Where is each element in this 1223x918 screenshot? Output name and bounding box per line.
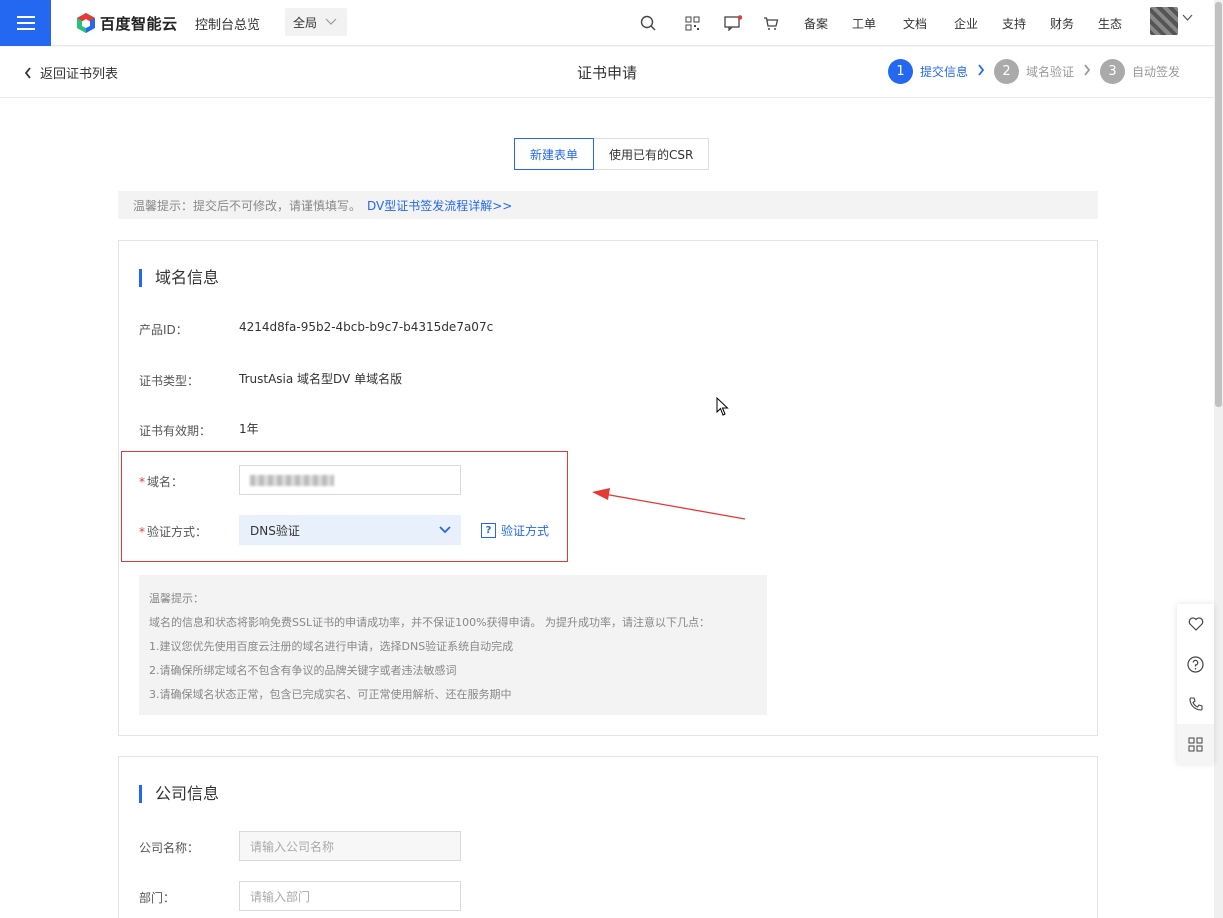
section-title: 公司信息: [139, 785, 219, 803]
nav-finance[interactable]: 财务: [1050, 15, 1074, 32]
chevron-down-icon[interactable]: [1182, 14, 1193, 22]
domain-notice: 温馨提示： 域名的信息和状态将影响免费SSL证书的申请成功率，并不保证100%获…: [139, 575, 767, 715]
company-name-placeholder: 请输入公司名称: [250, 839, 335, 854]
nav-docs[interactable]: 文档: [903, 15, 927, 32]
department-input[interactable]: 请输入部门: [239, 881, 461, 911]
page-scrollbar[interactable]: [1214, 0, 1223, 918]
notice-line: 2.请确保所绑定域名不包含有争议的品牌关键字或者违法敏感词: [149, 664, 457, 677]
cart-icon[interactable]: [761, 13, 781, 33]
step-number: 1: [888, 59, 913, 84]
region-select[interactable]: 全局: [285, 8, 347, 36]
dv-process-link[interactable]: DV型证书签发流程详解>>: [367, 197, 512, 214]
page-header: 返回证书列表 证书申请 1 提交信息 2 域名验证 3 自动签发: [0, 47, 1214, 98]
heart-icon: [1188, 617, 1203, 631]
section-title: 域名信息: [139, 269, 219, 287]
search-icon[interactable]: [638, 13, 658, 33]
top-navbar: 百度智能云 控制台总览 全局 备案 工单 文档 企业 支持 财务 生态: [0, 0, 1214, 46]
baidu-cloud-logo-icon: [77, 13, 95, 33]
cert-type-label: 证书类型：: [139, 374, 200, 388]
step-auto-issue: 3 自动签发: [1100, 59, 1180, 84]
chevron-right-icon: [1083, 63, 1091, 80]
scrollbar-thumb[interactable]: [1215, 2, 1222, 407]
cert-type-value: TrustAsia 域名型DV 单域名版: [239, 372, 403, 386]
tip-bar: 温馨提示：提交后不可修改，请谨慎填写。 DV型证书签发流程详解>>: [118, 191, 1098, 219]
form-mode-tabs: 新建表单 使用已有的CSR: [514, 138, 710, 170]
message-icon[interactable]: [723, 13, 743, 33]
company-name-input[interactable]: 请输入公司名称: [239, 831, 461, 861]
annotation-highlight-box: [121, 451, 568, 562]
company-name-label: 公司名称：: [139, 841, 200, 855]
grid-icon: [1188, 737, 1203, 751]
step-submit-info: 1 提交信息: [888, 59, 968, 84]
step-domain-verify: 2 域名验证: [994, 59, 1074, 84]
contact-phone-button[interactable]: [1177, 684, 1214, 724]
floating-toolbar: [1177, 604, 1214, 764]
notice-line: 域名的信息和状态将影响免费SSL证书的申请成功率，并不保证100%获得申请。 为…: [149, 616, 711, 629]
chevron-down-icon: [325, 18, 337, 25]
step-progress: 1 提交信息 2 域名验证 3 自动签发: [888, 59, 1180, 84]
step-label: 自动签发: [1132, 65, 1181, 79]
step-label: 提交信息: [920, 65, 969, 79]
question-circle-icon: [1187, 655, 1204, 673]
qrcode-icon[interactable]: [682, 13, 702, 33]
region-value: 全局: [293, 15, 318, 30]
nav-enterprise[interactable]: 企业: [954, 15, 978, 32]
tip-text: 温馨提示：提交后不可修改，请谨慎填写。: [133, 198, 362, 213]
department-placeholder: 请输入部门: [250, 889, 311, 904]
product-id-value: 4214d8fa-95b2-4bcb-b9c7-b4315de7a07c: [239, 320, 494, 334]
brand-name: 百度智能云: [100, 14, 178, 33]
notice-line: 3.请确保域名状态正常，包含已完成实名、可正常使用解析、还在服务期中: [149, 688, 512, 701]
menu-icon: [16, 16, 35, 30]
department-label: 部门：: [139, 891, 176, 905]
avatar[interactable]: [1150, 7, 1178, 35]
tab-new-form[interactable]: 新建表单: [514, 138, 595, 170]
tab-use-existing-csr[interactable]: 使用已有的CSR: [594, 138, 710, 170]
nav-beian[interactable]: 备案: [804, 15, 828, 32]
hamburger-menu-button[interactable]: [0, 0, 51, 46]
annotation-arrow-icon: [592, 488, 746, 520]
company-info-card: 公司信息 公司名称： 请输入公司名称 部门： 请输入部门: [118, 756, 1098, 918]
phone-icon: [1188, 697, 1203, 711]
mouse-cursor-icon: [716, 397, 729, 416]
help-button[interactable]: [1177, 644, 1214, 684]
nav-support[interactable]: 支持: [1002, 15, 1026, 32]
apps-grid-button[interactable]: [1177, 724, 1214, 764]
brand-logo[interactable]: 百度智能云: [76, 11, 178, 35]
favorite-button[interactable]: [1177, 604, 1214, 644]
step-number: 3: [1100, 59, 1126, 84]
product-id-label: 产品ID：: [139, 323, 188, 337]
step-label: 域名验证: [1026, 65, 1075, 79]
validity-value: 1年: [239, 422, 259, 436]
console-overview-link[interactable]: 控制台总览: [195, 14, 260, 33]
notice-line: 温馨提示：: [149, 592, 204, 605]
validity-label: 证书有效期：: [139, 424, 212, 438]
chevron-right-icon: [977, 63, 985, 80]
notice-line: 1.建议您优先使用百度云注册的域名进行申请，选择DNS验证系统自动完成: [149, 640, 514, 653]
nav-ecosystem[interactable]: 生态: [1098, 15, 1122, 32]
nav-ticket[interactable]: 工单: [852, 15, 876, 32]
step-number: 2: [994, 59, 1020, 84]
